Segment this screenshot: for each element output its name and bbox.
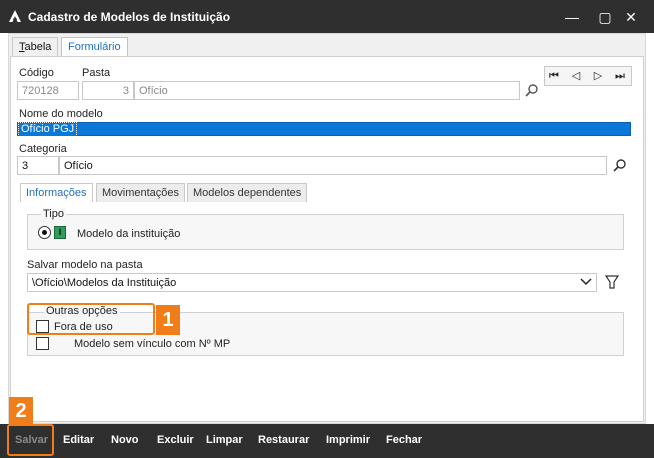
instituicao-icon: I [54, 226, 66, 239]
tab-formulario[interactable]: Formulário [61, 37, 128, 57]
last-record-button[interactable]: ⏭ [611, 67, 629, 85]
sem-vinculo-checkbox[interactable] [36, 337, 49, 350]
window-title: Cadastro de Modelos de Instituição [28, 10, 231, 24]
callout-badge-2: 2 [9, 397, 33, 425]
salvar-pasta-label: Salvar modelo na pasta [27, 259, 143, 271]
tab-informacoes[interactable]: Informações [20, 183, 93, 202]
pasta-label: Pasta [82, 67, 111, 79]
novo-button[interactable]: Novo [111, 434, 139, 446]
next-record-button[interactable]: ▷ [589, 67, 607, 85]
tipo-option-label: Modelo da instituição [77, 228, 181, 240]
pasta-code-field[interactable]: 3 [82, 81, 134, 100]
highlight-box-1 [27, 303, 155, 335]
tab-movimentacoes-label: Movimentações [102, 187, 180, 199]
chevron-down-icon[interactable] [580, 278, 592, 286]
fechar-button[interactable]: Fechar [386, 434, 422, 446]
nome-modelo-value: Ofício PGJ [17, 122, 78, 137]
minimize-button[interactable]: — [557, 6, 587, 28]
excluir-button[interactable]: Excluir [157, 434, 194, 446]
search-categoria-icon[interactable] [612, 158, 628, 174]
app-logo-icon [9, 10, 21, 22]
tipo-radio-instituicao[interactable] [38, 226, 51, 239]
title-bar: Cadastro de Modelos de Instituição — ▢ ✕ [0, 0, 654, 33]
categoria-code-field[interactable]: 3 [17, 156, 59, 175]
codigo-field[interactable]: 720128 [17, 81, 79, 100]
tab-tabela-label: abela [24, 41, 52, 53]
search-pasta-icon[interactable] [524, 83, 540, 99]
sem-vinculo-label: Modelo sem vínculo com Nº MP [74, 338, 231, 350]
editar-button[interactable]: Editar [63, 434, 94, 446]
tab-formulario-label: Formulário [68, 41, 121, 53]
salvar-pasta-select[interactable]: \Ofício\Modelos da Instituição [27, 273, 597, 292]
tab-informacoes-label: Informações [26, 187, 87, 199]
tab-modelos-dependentes-label: Modelos dependentes [193, 187, 302, 199]
tipo-title: Tipo [41, 208, 66, 220]
limpar-button[interactable]: Limpar [206, 434, 243, 446]
nome-modelo-label: Nome do modelo [19, 108, 103, 120]
close-button[interactable]: ✕ [616, 6, 646, 28]
highlight-box-2 [7, 424, 54, 456]
codigo-label: Código [19, 67, 54, 79]
action-bar: Salvar Editar Novo Excluir Limpar Restau… [0, 424, 654, 458]
categoria-name-field[interactable]: Ofício [59, 156, 607, 175]
restaurar-button[interactable]: Restaurar [258, 434, 309, 446]
instituicao-icon-letter: I [58, 227, 62, 237]
callout-badge-1: 1 [156, 305, 180, 335]
nome-modelo-field[interactable]: Ofício PGJ [17, 122, 631, 137]
prev-record-button[interactable]: ◁ [567, 67, 585, 85]
tab-modelos-dependentes[interactable]: Modelos dependentes [187, 183, 308, 202]
tab-tabela[interactable]: Tabela [12, 37, 59, 57]
tab-movimentacoes[interactable]: Movimentações [96, 183, 186, 202]
first-record-button[interactable]: ⏮ [545, 67, 563, 85]
categoria-label: Categoria [19, 143, 67, 155]
imprimir-button[interactable]: Imprimir [326, 434, 370, 446]
pasta-name-field[interactable]: Ofício [134, 81, 520, 100]
filter-icon[interactable] [604, 274, 620, 290]
